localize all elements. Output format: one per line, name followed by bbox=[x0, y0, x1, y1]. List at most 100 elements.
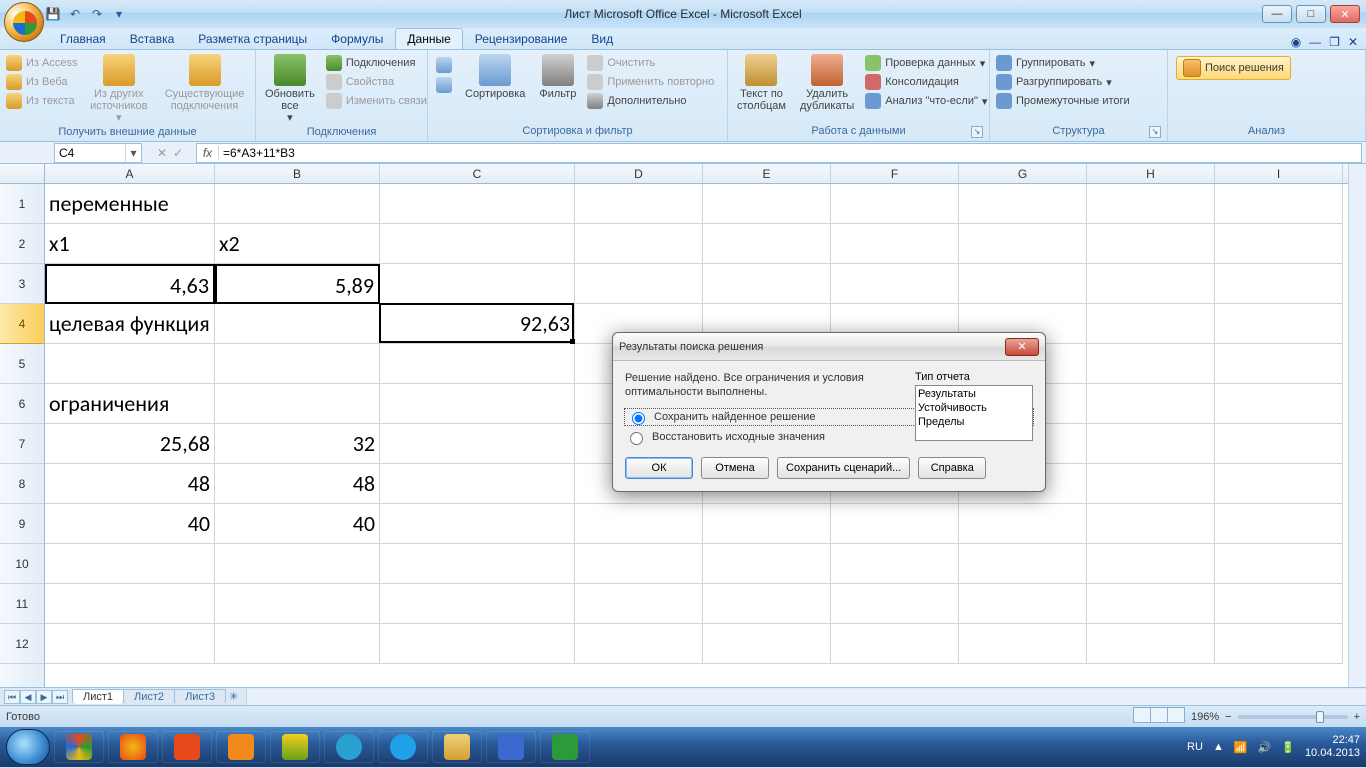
cell[interactable] bbox=[575, 544, 703, 584]
cell[interactable] bbox=[831, 584, 959, 624]
cell[interactable]: x1 bbox=[45, 224, 215, 264]
app-close-icon[interactable]: ✕ bbox=[1348, 35, 1358, 49]
cell[interactable]: 40 bbox=[45, 504, 215, 544]
enter-formula-icon[interactable]: ✓ bbox=[173, 146, 183, 160]
cell[interactable] bbox=[959, 584, 1087, 624]
start-button[interactable] bbox=[6, 729, 50, 765]
ribbon-tab[interactable]: Вид bbox=[579, 28, 625, 49]
cell[interactable]: x2 bbox=[215, 224, 380, 264]
cell[interactable] bbox=[1087, 304, 1215, 344]
cell[interactable] bbox=[1215, 304, 1343, 344]
column-header[interactable]: B bbox=[215, 164, 380, 183]
cell[interactable] bbox=[959, 224, 1087, 264]
cell[interactable] bbox=[1087, 344, 1215, 384]
cancel-button[interactable]: Отмена bbox=[701, 457, 769, 479]
sort-asc-button[interactable] bbox=[434, 56, 454, 74]
row-header[interactable]: 1 bbox=[0, 184, 44, 224]
cell[interactable] bbox=[1087, 544, 1215, 584]
help-icon[interactable]: ◉ bbox=[1291, 35, 1301, 49]
reports-listbox[interactable]: РезультатыУстойчивостьПределы bbox=[915, 385, 1033, 441]
cell[interactable] bbox=[703, 544, 831, 584]
cell[interactable]: 48 bbox=[215, 464, 380, 504]
formula-input[interactable]: fx =6*A3+11*B3 bbox=[196, 143, 1362, 163]
column-header[interactable]: E bbox=[703, 164, 831, 183]
cell[interactable] bbox=[215, 344, 380, 384]
ribbon-tab[interactable]: Данные bbox=[395, 28, 462, 49]
cell[interactable] bbox=[380, 624, 575, 664]
cell[interactable]: ограничения bbox=[45, 384, 215, 424]
cell[interactable] bbox=[215, 584, 380, 624]
filter-button[interactable]: Фильтр bbox=[534, 52, 581, 102]
cell[interactable] bbox=[831, 224, 959, 264]
cell[interactable] bbox=[703, 584, 831, 624]
row-header[interactable]: 9 bbox=[0, 504, 44, 544]
column-header[interactable]: I bbox=[1215, 164, 1343, 183]
ungroup-rows-button[interactable]: Разгруппировать ▾ bbox=[994, 73, 1132, 91]
dialog-close-button[interactable]: ✕ bbox=[1005, 338, 1039, 356]
cell[interactable] bbox=[959, 184, 1087, 224]
cell[interactable] bbox=[703, 264, 831, 304]
row-header[interactable]: 4 bbox=[0, 304, 44, 344]
cell[interactable]: 32 bbox=[215, 424, 380, 464]
tray-volume-icon[interactable]: 🔊 bbox=[1258, 741, 1272, 754]
cell[interactable] bbox=[1215, 544, 1343, 584]
edit-links-button[interactable]: Изменить связи bbox=[324, 92, 429, 110]
cell[interactable] bbox=[959, 624, 1087, 664]
new-sheet-icon[interactable]: ✳ bbox=[229, 690, 238, 703]
cell[interactable]: 5,89 bbox=[215, 264, 380, 304]
tray-network-icon[interactable]: 📶 bbox=[1234, 741, 1248, 754]
cell[interactable] bbox=[380, 384, 575, 424]
horizontal-scrollbar[interactable] bbox=[246, 689, 1366, 705]
dialog-titlebar[interactable]: Результаты поиска решения ✕ bbox=[613, 333, 1045, 361]
ok-button[interactable]: ОК bbox=[625, 457, 693, 479]
cell[interactable] bbox=[45, 344, 215, 384]
properties-button[interactable]: Свойства bbox=[324, 73, 429, 91]
cell[interactable] bbox=[215, 304, 380, 344]
row-header[interactable]: 2 bbox=[0, 224, 44, 264]
zoom-out-button[interactable]: − bbox=[1225, 711, 1231, 723]
cell[interactable] bbox=[380, 344, 575, 384]
column-header[interactable]: F bbox=[831, 164, 959, 183]
select-all-corner[interactable] bbox=[0, 164, 45, 184]
cell[interactable] bbox=[703, 504, 831, 544]
from-text-button[interactable]: Из текста bbox=[4, 92, 79, 110]
row-header[interactable]: 3 bbox=[0, 264, 44, 304]
cell[interactable] bbox=[380, 464, 575, 504]
ribbon-tab[interactable]: Главная bbox=[48, 28, 118, 49]
cell[interactable] bbox=[380, 544, 575, 584]
cell[interactable] bbox=[703, 184, 831, 224]
column-header[interactable]: H bbox=[1087, 164, 1215, 183]
tray-battery-icon[interactable]: 🔋 bbox=[1281, 741, 1295, 754]
solver-button[interactable]: Поиск решения bbox=[1176, 56, 1291, 80]
cell[interactable] bbox=[703, 224, 831, 264]
row-header[interactable]: 8 bbox=[0, 464, 44, 504]
from-other-sources-button[interactable]: Из других источников▾ bbox=[83, 52, 154, 126]
taskbar-chrome[interactable] bbox=[54, 731, 104, 763]
existing-connections-button[interactable]: Существующие подключения bbox=[158, 52, 251, 114]
clear-filter-button[interactable]: Очистить bbox=[585, 54, 716, 72]
sort-desc-button[interactable] bbox=[434, 76, 454, 94]
taskbar-app[interactable] bbox=[162, 731, 212, 763]
cell[interactable] bbox=[1215, 344, 1343, 384]
report-option[interactable]: Устойчивость bbox=[918, 401, 1030, 415]
name-box[interactable]: C4 ▾ bbox=[54, 143, 142, 163]
cell[interactable] bbox=[575, 224, 703, 264]
sheet-nav-last-icon[interactable]: ⏭ bbox=[52, 690, 68, 704]
cell[interactable] bbox=[215, 624, 380, 664]
taskbar-explorer[interactable] bbox=[432, 731, 482, 763]
cell[interactable] bbox=[1215, 424, 1343, 464]
office-button[interactable] bbox=[4, 2, 44, 42]
cell[interactable] bbox=[1215, 264, 1343, 304]
what-if-button[interactable]: Анализ "что-если" ▾ bbox=[863, 92, 989, 110]
report-option[interactable]: Пределы bbox=[918, 415, 1030, 429]
name-box-dropdown-icon[interactable]: ▾ bbox=[125, 144, 141, 162]
cell[interactable] bbox=[1215, 624, 1343, 664]
cell[interactable] bbox=[1215, 384, 1343, 424]
sheet-tab[interactable]: Лист1 bbox=[72, 689, 124, 704]
taskbar-word[interactable] bbox=[486, 731, 536, 763]
ribbon-tab[interactable]: Разметка страницы bbox=[186, 28, 319, 49]
cell[interactable] bbox=[1087, 384, 1215, 424]
cell[interactable] bbox=[380, 504, 575, 544]
reapply-filter-button[interactable]: Применить повторно bbox=[585, 73, 716, 91]
taskbar-app[interactable] bbox=[216, 731, 266, 763]
